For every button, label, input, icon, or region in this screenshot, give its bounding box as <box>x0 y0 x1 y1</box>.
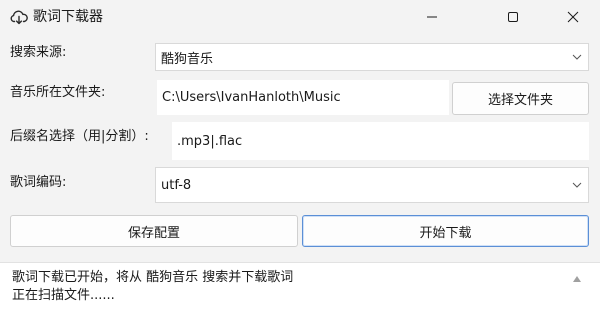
folder-path-value: C:\Users\IvanHanloth\Music <box>162 90 341 105</box>
save-config-button[interactable]: 保存配置 <box>10 215 298 247</box>
encoding-label: 歌词编码: <box>10 175 67 190</box>
suffix-field[interactable]: .mp3|.flac <box>172 122 589 160</box>
suffix-label: 后缀名选择（用|分割）: <box>10 129 149 144</box>
window-title: 歌词下载器 <box>33 9 103 25</box>
minimize-button[interactable] <box>409 0 455 34</box>
encoding-select-value: utf-8 <box>161 177 192 193</box>
source-label: 搜索来源: <box>10 45 67 60</box>
scroll-up-arrow-icon[interactable] <box>572 275 582 283</box>
source-select-value: 酷狗音乐 <box>161 51 214 67</box>
maximize-button[interactable] <box>490 0 536 34</box>
source-select[interactable]: 酷狗音乐 <box>155 43 589 71</box>
maximize-icon <box>508 12 518 22</box>
title-bar[interactable]: 歌词下载器 <box>0 0 600 34</box>
log-line: 正在扫描文件...... <box>12 288 115 303</box>
folder-label: 音乐所在文件夹: <box>10 85 106 100</box>
cloud-download-icon <box>10 10 28 25</box>
suffix-value: .mp3|.flac <box>177 133 243 149</box>
start-download-button[interactable]: 开始下载 <box>302 215 589 247</box>
choose-folder-button[interactable]: 选择文件夹 <box>452 82 589 115</box>
minimize-icon <box>427 16 437 18</box>
log-line: 歌词下载已开始，将从 酷狗音乐 搜索并下载歌词 <box>12 270 294 285</box>
close-icon <box>567 11 579 23</box>
folder-path-field[interactable]: C:\Users\IvanHanloth\Music <box>157 80 449 115</box>
chevron-down-icon <box>572 182 582 188</box>
app-window: 歌词下载器 搜索来源: 酷狗音乐 音乐所在文件夹: C:\Users\IvanH… <box>0 0 600 311</box>
chevron-down-icon <box>572 54 582 60</box>
encoding-select[interactable]: utf-8 <box>155 167 589 203</box>
close-button[interactable] <box>550 0 596 34</box>
